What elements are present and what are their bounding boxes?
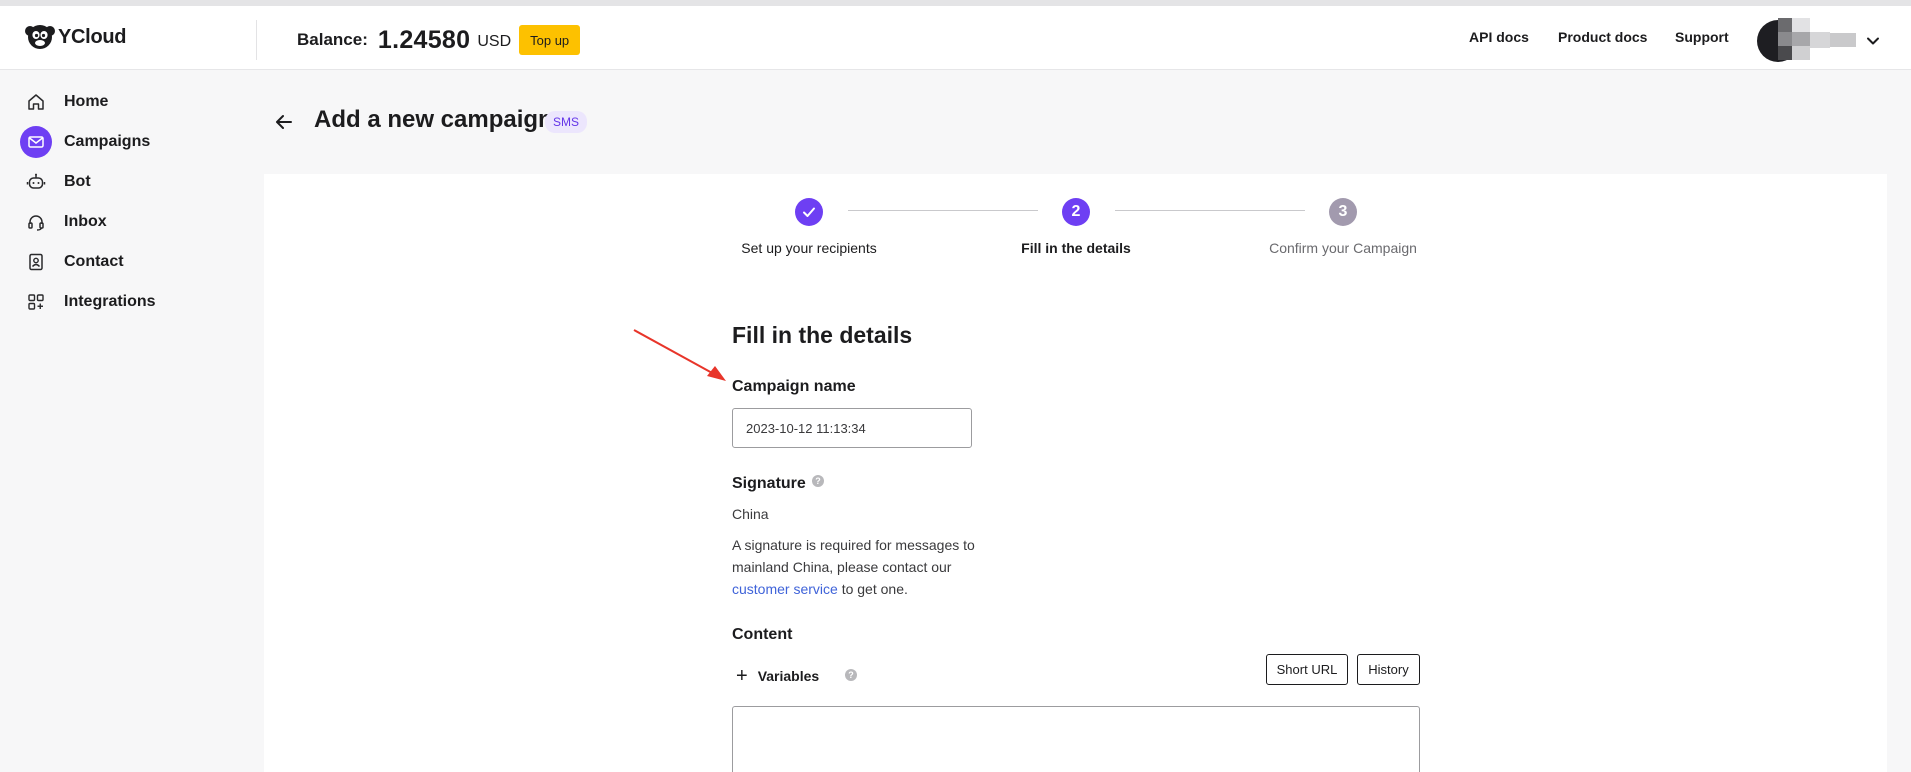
contact-icon [20, 246, 52, 278]
sidebar-item-bot[interactable]: Bot [20, 166, 244, 198]
channel-badge: SMS [545, 111, 588, 133]
short-url-button[interactable]: Short URL [1266, 654, 1348, 685]
campaign-form-card [264, 174, 1887, 772]
balance-amount: 1.24580 [377, 25, 471, 54]
step-2-circle: 2 [1062, 198, 1090, 226]
step-1-label: Set up your recipients [741, 240, 877, 256]
campaign-name-label: Campaign name [732, 378, 856, 395]
sidebar-item-home[interactable]: Home [20, 86, 244, 118]
signature-note-tail: to get one. [837, 581, 908, 597]
support-link[interactable]: Support [1675, 29, 1729, 45]
sidebar-item-label: Home [64, 93, 109, 110]
plus-icon: + [736, 665, 748, 687]
annotation-arrow-icon [633, 329, 726, 381]
step-2-label: Fill in the details [1021, 240, 1131, 256]
signature-help-icon[interactable]: ? [812, 475, 824, 487]
bot-icon [20, 166, 52, 198]
variables-help-icon[interactable]: ? [845, 669, 857, 681]
variables-label: Variables [757, 668, 820, 684]
header-divider [256, 20, 257, 60]
chevron-down-icon[interactable] [1864, 32, 1882, 50]
product-docs-link[interactable]: Product docs [1558, 29, 1647, 45]
sidebar-item-label: Campaigns [64, 133, 151, 150]
signature-note: A signature is required for messages to … [732, 534, 982, 600]
history-button[interactable]: History [1357, 654, 1420, 685]
step-3-circle: 3 [1329, 198, 1357, 226]
back-arrow-icon[interactable] [272, 110, 296, 134]
section-title: Fill in the details [732, 322, 913, 348]
balance-label: Balance: [297, 30, 368, 49]
integrations-icon [20, 286, 52, 318]
customer-service-link[interactable]: customer service [732, 581, 838, 597]
sidebar-item-label: Contact [64, 253, 124, 270]
campaign-name-input[interactable] [732, 408, 972, 448]
step-1-check-icon [795, 198, 823, 226]
sidebar-item-campaigns[interactable]: Campaigns [20, 126, 244, 158]
ycloud-logo[interactable]: YCloud [24, 22, 127, 52]
sidebar-item-contact[interactable]: Contact [20, 246, 244, 278]
api-docs-link[interactable]: API docs [1469, 29, 1529, 45]
signature-note-text: A signature is required for messages to … [732, 537, 975, 575]
sidebar: Home Campaigns Bot Inbox Contact Integra… [0, 70, 264, 772]
campaign-icon [20, 126, 52, 158]
balance-area: Balance: 1.24580 USD Top up [297, 24, 581, 56]
sidebar-item-label: Integrations [64, 293, 156, 310]
content-label: Content [732, 626, 793, 643]
step-connector [848, 210, 1038, 211]
sidebar-item-inbox[interactable]: Inbox [20, 206, 244, 238]
balance-currency: USD [477, 33, 512, 50]
top-up-button[interactable]: Top up [519, 25, 581, 55]
signature-label: Signature [732, 475, 806, 492]
top-header: YCloud Balance: 1.24580 USD Top up API d… [0, 6, 1911, 70]
monkey-logo-icon [25, 25, 55, 49]
headset-icon [20, 206, 52, 238]
signature-value: China [732, 506, 769, 522]
home-icon [20, 86, 52, 118]
step-connector [1115, 210, 1305, 211]
account-name-redacted [1778, 18, 1856, 60]
content-textarea[interactable] [732, 706, 1420, 772]
sidebar-item-label: Inbox [64, 213, 107, 230]
brand-name: YCloud [58, 25, 127, 48]
sidebar-item-label: Bot [64, 173, 91, 190]
sidebar-item-integrations[interactable]: Integrations [20, 286, 244, 318]
page-title: Add a new campaign [314, 106, 553, 133]
add-variables-button[interactable]: + Variables [736, 664, 819, 688]
step-3-label: Confirm your Campaign [1269, 240, 1417, 256]
